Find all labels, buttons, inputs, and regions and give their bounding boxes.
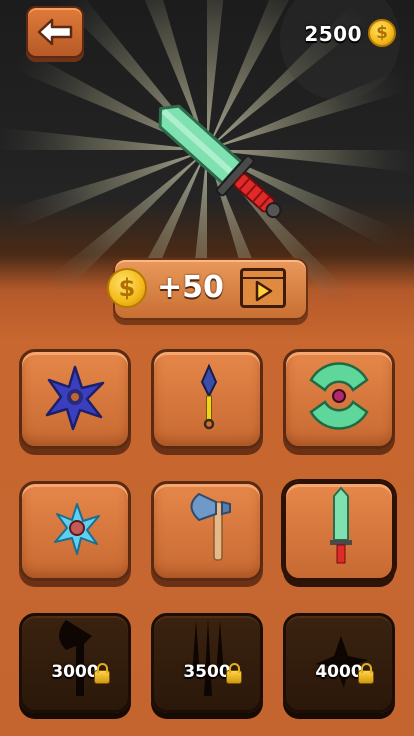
padlock-icon	[226, 663, 242, 684]
reward-amount: +50	[157, 270, 224, 305]
blue-shuriken-icon	[45, 365, 105, 431]
video-play-icon	[240, 268, 286, 308]
dollar-coin-icon: $	[368, 19, 396, 47]
game-shop-screen: 2500 $ $ +50 3000 3500 4000	[0, 0, 414, 736]
item-price: 4000	[315, 662, 363, 682]
item-cyan-shuriken[interactable]	[19, 481, 131, 581]
item-green-disc-blade[interactable]	[283, 349, 395, 449]
item-locked-trident[interactable]: 3500	[151, 613, 263, 713]
item-axe[interactable]	[151, 481, 263, 581]
item-price: 3500	[183, 662, 231, 682]
dollar-coin-icon: $	[107, 268, 147, 308]
item-blue-shuriken[interactable]	[19, 349, 131, 449]
item-locked-shuriken[interactable]: 4000	[283, 613, 395, 713]
green-disc-blade-icon	[309, 362, 369, 430]
padlock-icon	[358, 663, 374, 684]
axe-icon	[190, 492, 231, 561]
watch-video-reward-button[interactable]: $ +50	[107, 258, 308, 320]
green-sword-icon	[158, 104, 282, 219]
green-sword-icon	[330, 486, 352, 564]
item-locked-axe[interactable]: 3000	[19, 613, 131, 713]
coin-balance: 2500	[304, 22, 362, 46]
item-green-sword[interactable]	[283, 481, 395, 581]
back-button[interactable]	[26, 6, 84, 58]
arrow-left-icon	[37, 18, 73, 46]
item-kunai[interactable]	[151, 349, 263, 449]
cyan-shuriken-icon	[54, 503, 100, 555]
padlock-icon	[94, 663, 110, 684]
kunai-icon	[200, 363, 218, 430]
item-price: 3000	[51, 662, 99, 682]
